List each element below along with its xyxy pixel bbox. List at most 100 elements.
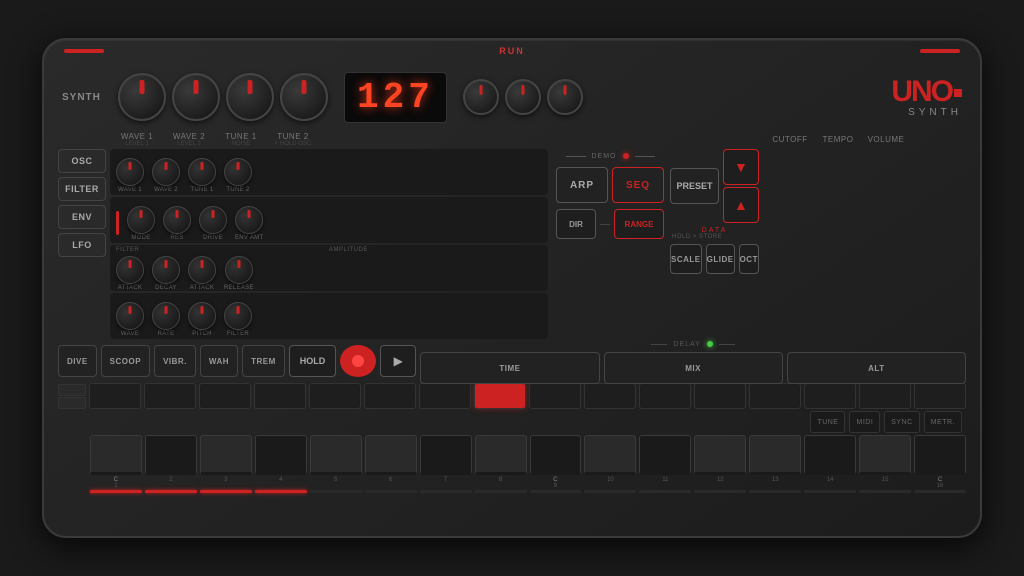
key-pad-16[interactable] <box>914 435 966 475</box>
key-pad-6[interactable] <box>365 435 417 475</box>
cutoff-knob[interactable] <box>463 79 499 115</box>
step-pad-11[interactable] <box>639 383 691 409</box>
arp-button[interactable]: ARP <box>556 167 608 203</box>
attack-f-knob[interactable] <box>116 256 144 284</box>
range-button[interactable]: RANGE <box>614 209 664 239</box>
glide-button[interactable]: GLIDE <box>706 244 735 274</box>
tune2-ctrl-knob[interactable] <box>224 158 252 186</box>
step-number-13: 13 <box>772 477 779 483</box>
mode-knob[interactable] <box>127 206 155 234</box>
decay-knob[interactable] <box>152 256 180 284</box>
envamt-knob[interactable] <box>235 206 263 234</box>
tune1-ctrl-label: TUNE 1 <box>190 187 213 193</box>
step-pad-4[interactable] <box>254 383 306 409</box>
play-button[interactable]: ▶ <box>380 345 416 377</box>
scoop-button[interactable]: SCOOP <box>101 345 150 377</box>
step-led-16 <box>914 490 966 493</box>
release-knob[interactable] <box>225 256 253 284</box>
arrow-down-button[interactable]: ▼ <box>723 149 759 185</box>
wave2-sublabel: LEVEL 2 <box>166 141 212 147</box>
step-pad-9[interactable] <box>529 383 581 409</box>
osc-button[interactable]: OSC <box>58 149 106 173</box>
key-pad-15[interactable] <box>859 435 911 475</box>
arrow-up-button[interactable]: ▲ <box>723 187 759 223</box>
step-pad-7[interactable] <box>419 383 471 409</box>
step-pad-5[interactable] <box>309 383 361 409</box>
tune-utility-button[interactable]: TUNE <box>810 411 845 433</box>
record-button[interactable] <box>340 345 376 377</box>
scale-button[interactable]: SCALE <box>670 244 702 274</box>
tune2-knob[interactable] <box>280 73 328 121</box>
key-pad-5[interactable] <box>310 435 362 475</box>
key-pad-3[interactable] <box>200 435 252 475</box>
vibr-button[interactable]: VIBR. <box>154 345 196 377</box>
key-pad-13[interactable] <box>749 435 801 475</box>
tempo-knob[interactable] <box>505 79 541 115</box>
demo-line-left <box>566 156 586 157</box>
time-button[interactable]: TIME <box>420 352 599 384</box>
oct-button[interactable]: OCT <box>739 244 759 274</box>
mix-button[interactable]: MIX <box>604 352 783 384</box>
lfo-rate-knob[interactable] <box>152 302 180 330</box>
env-button[interactable]: ENV <box>58 205 106 229</box>
sync-utility-button[interactable]: SYNC <box>884 411 919 433</box>
attack-a-knob[interactable] <box>188 256 216 284</box>
step-pad-16[interactable] <box>914 383 966 409</box>
filter-amp-label-right: AMPLITUDE <box>329 247 368 253</box>
step-pad-14[interactable] <box>804 383 856 409</box>
wah-button[interactable]: WAH <box>200 345 238 377</box>
mode-label: MODE <box>131 235 150 241</box>
wave1-label: WAVE 1 LEVEL 1 <box>114 132 160 147</box>
key-pad-1[interactable] <box>90 435 142 475</box>
metr-utility-button[interactable]: METR. <box>924 411 962 433</box>
attack-f-label: ATTACK <box>118 285 143 291</box>
key-pad-4[interactable] <box>255 435 307 475</box>
step-number-3: 3 <box>224 477 227 483</box>
step-pad-13[interactable] <box>749 383 801 409</box>
key-pad-11[interactable] <box>639 435 691 475</box>
hold-button[interactable]: HOLD <box>289 345 337 377</box>
step-pad-6[interactable] <box>364 383 416 409</box>
lfo-filter-knob[interactable] <box>224 302 252 330</box>
dive-button[interactable]: DIVE <box>58 345 97 377</box>
step-pad-10[interactable] <box>584 383 636 409</box>
alt-button[interactable]: ALT <box>787 352 966 384</box>
key-pad-12[interactable] <box>694 435 746 475</box>
octave-pad-bottom[interactable] <box>58 397 86 409</box>
seq-button[interactable]: SEQ <box>612 167 664 203</box>
preset-button[interactable]: PRESET <box>670 168 719 204</box>
wave2-knob[interactable] <box>172 73 220 121</box>
res-knob[interactable] <box>163 206 191 234</box>
data-sublabel: HOLD > STORE <box>672 234 759 240</box>
key-pad-10[interactable] <box>584 435 636 475</box>
wave1-knob[interactable] <box>118 73 166 121</box>
wave2-ctrl-knob[interactable] <box>152 158 180 186</box>
wave1-ctrl-knob[interactable] <box>116 158 144 186</box>
trem-button[interactable]: TREM <box>242 345 285 377</box>
key-pad-2[interactable] <box>145 435 197 475</box>
step-pad-1[interactable] <box>89 383 141 409</box>
key-pad-7[interactable] <box>420 435 472 475</box>
step-pad-3[interactable] <box>199 383 251 409</box>
step-pad-2[interactable] <box>144 383 196 409</box>
step-number-8: 8 <box>499 477 502 483</box>
step-pad-12[interactable] <box>694 383 746 409</box>
drive-knob[interactable] <box>199 206 227 234</box>
lfo-wave-knob[interactable] <box>116 302 144 330</box>
tune1-knob[interactable] <box>226 73 274 121</box>
tune1-ctrl-knob[interactable] <box>188 158 216 186</box>
filter-button[interactable]: FILTER <box>58 177 106 201</box>
delay-led <box>707 341 713 347</box>
step-pad-8[interactable] <box>474 383 526 409</box>
midi-utility-button[interactable]: MIDI <box>849 411 880 433</box>
step-pad-15[interactable] <box>859 383 911 409</box>
octave-pad-top[interactable] <box>58 384 86 396</box>
key-pad-9[interactable] <box>530 435 582 475</box>
volume-knob[interactable] <box>547 79 583 115</box>
key-pad-14[interactable] <box>804 435 856 475</box>
key-pads-row <box>58 435 966 475</box>
lfo-button[interactable]: LFO <box>58 233 106 257</box>
key-pad-8[interactable] <box>475 435 527 475</box>
lfo-pitch-knob[interactable] <box>188 302 216 330</box>
dir-button[interactable]: DIR <box>556 209 596 239</box>
